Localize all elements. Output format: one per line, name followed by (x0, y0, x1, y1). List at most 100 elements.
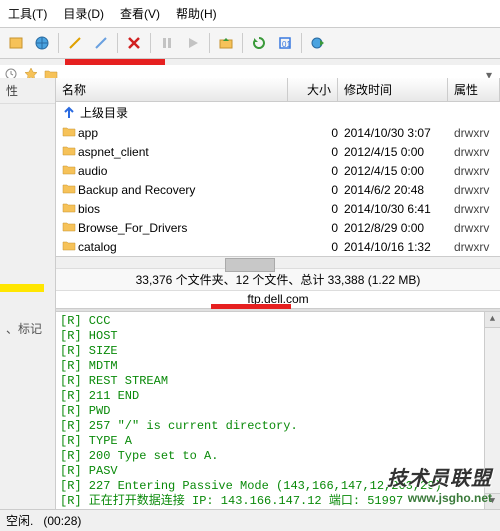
abort-icon[interactable] (122, 31, 146, 55)
separator (117, 33, 118, 53)
table-row[interactable]: Browse_For_Drivers02012/8/29 0:00drwxrv (56, 218, 500, 237)
log-line: [R] HOST (60, 329, 496, 344)
parent-dir-label: 上级目录 (80, 104, 128, 121)
file-size: 0 (294, 145, 344, 159)
file-attr: drwxrv (454, 145, 494, 159)
file-date: 2014/10/30 6:41 (344, 202, 454, 216)
file-list-header: 名称 大小 修改时间 属性 (56, 78, 500, 102)
pause-icon[interactable] (155, 31, 179, 55)
file-size: 0 (294, 221, 344, 235)
connect-icon[interactable] (63, 31, 87, 55)
table-row[interactable]: aspnet_client02012/4/15 0:00drwxrv (56, 142, 500, 161)
left-note: 、标记 (6, 320, 42, 337)
table-row[interactable]: catalog02014/10/16 1:32drwxrv (56, 237, 500, 256)
file-name: audio (76, 164, 294, 178)
folder-icon (62, 162, 76, 179)
play-icon[interactable] (181, 31, 205, 55)
folder-icon (62, 124, 76, 141)
table-row[interactable]: audio02012/4/15 0:00drwxrv (56, 161, 500, 180)
file-date: 2014/6/2 20:48 (344, 183, 454, 197)
status-bar: 空闲. (00:28) (0, 509, 500, 531)
col-size[interactable]: 大小 (288, 78, 338, 101)
log-line: [R] TYPE A (60, 434, 496, 449)
file-list[interactable]: app02014/10/30 3:07drwxrvaspnet_client02… (56, 123, 500, 256)
folder-icon (62, 219, 76, 236)
menu-view[interactable]: 查看(V) (112, 3, 168, 24)
globe-icon[interactable] (30, 31, 54, 55)
menu-tools[interactable]: 工具(T) (0, 3, 55, 24)
sites-icon[interactable] (4, 31, 28, 55)
file-name: app (76, 126, 294, 140)
log-line: [R] 227 Entering Passive Mode (143,166,1… (60, 479, 496, 494)
file-size: 0 (294, 240, 344, 254)
highlight-marker (211, 304, 291, 309)
file-size: 0 (294, 164, 344, 178)
separator (209, 33, 210, 53)
status-idle: 空闲. (6, 512, 33, 529)
table-row[interactable]: bios02014/10/30 6:41drwxrv (56, 199, 500, 218)
file-attr: drwxrv (454, 202, 494, 216)
scrollbar-thumb[interactable] (225, 258, 275, 272)
file-name: catalog (76, 240, 294, 254)
col-mtime[interactable]: 修改时间 (338, 78, 448, 101)
left-header: 性 (0, 78, 55, 104)
status-time: (00:28) (43, 514, 81, 528)
sync-icon[interactable]: 01 (273, 31, 297, 55)
log-line: [R] SIZE (60, 344, 496, 359)
folder-icon (62, 238, 76, 255)
globe-go-icon[interactable] (306, 31, 330, 55)
vertical-scrollbar[interactable]: ▲ ▼ (484, 312, 500, 509)
folder-icon (62, 200, 76, 217)
log-line: [R] MDTM (60, 359, 496, 374)
file-size: 0 (294, 202, 344, 216)
col-name[interactable]: 名称 (56, 78, 288, 101)
file-size: 0 (294, 183, 344, 197)
file-name: aspnet_client (76, 145, 294, 159)
table-row[interactable]: Backup and Recovery02014/6/2 20:48drwxrv (56, 180, 500, 199)
log-line: [R] REST STREAM (60, 374, 496, 389)
menu-help[interactable]: 帮助(H) (168, 3, 225, 24)
file-date: 2014/10/16 1:32 (344, 240, 454, 254)
log-line: [R] 257 "/" is current directory. (60, 419, 496, 434)
log-line: [R] PASV (60, 464, 496, 479)
folder-icon (62, 181, 76, 198)
up-arrow-icon (62, 106, 76, 120)
menu-directory[interactable]: 目录(D) (55, 3, 112, 24)
reconnect-icon[interactable] (89, 31, 113, 55)
scroll-down-icon[interactable]: ▼ (485, 493, 500, 509)
file-date: 2012/4/15 0:00 (344, 145, 454, 159)
summary-line: 33,376 个文件夹、12 个文件、总计 33,388 (1.22 MB) (56, 268, 500, 291)
left-panel: 性 (0, 78, 56, 509)
file-name: Browse_For_Drivers (76, 221, 294, 235)
log-pane[interactable]: [R] CCC[R] HOST[R] SIZE[R] MDTM[R] REST … (56, 312, 500, 509)
file-attr: drwxrv (454, 183, 494, 197)
table-row[interactable]: app02014/10/30 3:07drwxrv (56, 123, 500, 142)
log-line: [R] 200 Type set to A. (60, 449, 496, 464)
file-date: 2014/10/30 3:07 (344, 126, 454, 140)
separator (242, 33, 243, 53)
parent-dir-row[interactable]: 上级目录 (56, 102, 500, 123)
col-attr[interactable]: 属性 (448, 78, 500, 101)
file-attr: drwxrv (454, 126, 494, 140)
log-line: [R] CCC (60, 314, 496, 329)
separator (58, 33, 59, 53)
svg-text:01: 01 (282, 40, 291, 49)
file-size: 0 (294, 126, 344, 140)
log-line: [R] PWD (60, 404, 496, 419)
host-line: ftp.dell.com (56, 291, 500, 308)
highlight-marker (0, 284, 44, 292)
scroll-up-icon[interactable]: ▲ (485, 312, 500, 328)
file-attr: drwxrv (454, 221, 494, 235)
refresh-icon[interactable] (247, 31, 271, 55)
file-date: 2012/8/29 0:00 (344, 221, 454, 235)
transfer-icon[interactable] (214, 31, 238, 55)
toolbar: 01 (0, 28, 500, 59)
log-line: [R] 211 END (60, 389, 496, 404)
separator (301, 33, 302, 53)
log-line: [R] 正在打开数据连接 IP: 143.166.147.12 端口: 5199… (60, 494, 496, 509)
file-attr: drwxrv (454, 164, 494, 178)
main-area: 名称 大小 修改时间 属性 上级目录 app02014/10/30 3:07dr… (56, 78, 500, 509)
file-name: bios (76, 202, 294, 216)
file-name: Backup and Recovery (76, 183, 294, 197)
horizontal-scrollbar[interactable] (56, 256, 500, 268)
